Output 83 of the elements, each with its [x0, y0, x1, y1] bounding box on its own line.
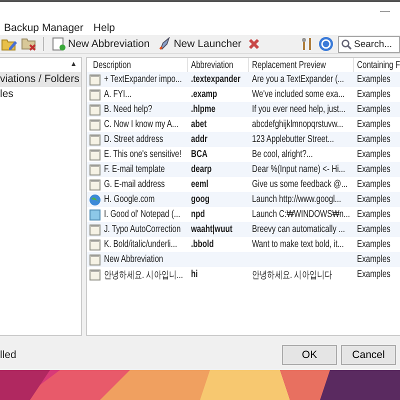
table-row[interactable]: I. Good ol' Notepad (... npd Launch C:₩WINDOWS₩n... Examples — [87, 207, 400, 222]
abbreviation-cell: .examp — [191, 89, 218, 100]
folder-cell: Examples — [357, 254, 390, 265]
abbreviation-cell: waaht|wuut — [191, 224, 232, 235]
column-header[interactable]: Description — [93, 60, 132, 70]
menu-item[interactable]: Backup Manager — [4, 22, 84, 34]
table-row[interactable]: D. Street address addr 123 Applebutter Street... Examples — [87, 132, 400, 147]
cancel-button[interactable]: Cancel — [341, 345, 396, 365]
table-row[interactable]: + TextExpander impo... .textexpander Are you a TextExpander (... Examples — [87, 72, 400, 87]
abbreviation-cell: dearp — [191, 164, 212, 175]
folder-cell: Examples — [357, 164, 390, 175]
folder-cell: Examples — [357, 104, 390, 115]
description-cell: K. Bold/italic/underli... — [104, 239, 178, 250]
description-cell: C. Now I know my A... — [104, 119, 178, 130]
column-header[interactable]: Containing F — [357, 60, 400, 70]
table-row[interactable]: New Abbreviation Examples — [87, 252, 400, 267]
table-row[interactable]: A. FYI... .examp We've included some exa... Examples — [87, 87, 400, 102]
description-cell: + TextExpander impo... — [104, 74, 182, 85]
preview-cell-text: 안녕하세요. 시아입니다 — [252, 268, 332, 282]
folder-cell: Examples — [357, 179, 390, 190]
preview-cell: Dear %(Input name) <- Hi... — [252, 164, 346, 175]
description-cell: J. Typo AutoCorrection — [104, 224, 181, 235]
preview-cell: Be cool, alright?... — [252, 149, 313, 160]
description-cell: New Abbreviation — [104, 254, 164, 265]
abbreviation-cell: eeml — [191, 179, 208, 190]
menu-item[interactable]: Help — [93, 22, 115, 34]
folder-cell: Examples — [357, 194, 390, 205]
sidebar-item[interactable]: viations / Folders — [0, 72, 81, 87]
preview-cell: abcdefghijklmnopqrstuvw... — [252, 119, 344, 130]
table-row[interactable]: B. Need help? .hlpme If you ever need help, just... Examples — [87, 102, 400, 117]
preview-cell: Are you a TextExpander (... — [252, 74, 344, 85]
description-cell: G. E-mail address — [104, 179, 165, 190]
preview-cell: Launch C:₩WINDOWS₩n... — [252, 209, 350, 220]
abbreviation-cell: addr — [191, 134, 208, 145]
abbreviation-cell: BCA — [191, 149, 208, 160]
description-cell: F. E-mail template — [104, 164, 165, 175]
table-row[interactable]: J. Typo AutoCorrection waaht|wuut Breevy can automatically ... Examples — [87, 222, 400, 237]
ok-button[interactable]: OK — [282, 345, 337, 365]
folder-cell: Examples — [357, 74, 390, 85]
folder-cell: Examples — [357, 149, 390, 160]
description-cell: A. FYI... — [104, 89, 132, 100]
abbreviation-cell: goog — [191, 194, 210, 205]
abbreviation-cell: .bbold — [191, 239, 214, 250]
description-cell: H. Google.com — [104, 194, 155, 205]
folder-cell: Examples — [357, 119, 390, 130]
folder-cell: Examples — [357, 209, 390, 220]
folder-cell: Examples — [357, 239, 390, 250]
folder-cell: Examples — [357, 224, 390, 235]
description-cell: E. This one's sensitive! — [104, 149, 182, 160]
description-cell: I. Good ol' Notepad (... — [104, 209, 180, 220]
search-field[interactable]: Search... — [338, 36, 400, 52]
preview-cell: We've included some exa... — [252, 89, 345, 100]
preview-cell: Launch http://www.googl... — [252, 194, 342, 205]
description-cell: D. Street address — [104, 134, 164, 145]
description-cell-text: 안녕하세요. 시아입니... — [104, 268, 183, 282]
sidebar-item[interactable]: les — [0, 87, 81, 102]
preview-cell: Give us some feedback @... — [252, 179, 348, 190]
folder-cell: Examples — [357, 134, 390, 145]
abbreviation-cell: npd — [191, 209, 205, 220]
abbreviation-cell: .hlpme — [191, 104, 216, 115]
abbreviation-cell: abet — [191, 119, 207, 130]
table-row[interactable]: G. E-mail address eeml Give us some feedback @... Examples — [87, 177, 400, 192]
new-launcher-button[interactable]: New Launcher — [156, 37, 244, 51]
table-row[interactable]: 안녕하세요. 시아입니... hi 안녕하세요. 시아입니다 Examples — [87, 267, 400, 282]
abbreviation-cell: hi — [191, 269, 198, 280]
preview-cell: Want to make text bold, it... — [252, 239, 344, 250]
status-text: lled — [0, 349, 16, 361]
preview-cell: If you ever need help, just... — [252, 104, 346, 115]
table-row[interactable]: K. Bold/italic/underli... .bbold Want to make text bold, it... Examples — [87, 237, 400, 252]
preview-cell: 123 Applebutter Street... — [252, 134, 334, 145]
folder-cell: Examples — [357, 269, 390, 280]
column-header[interactable]: Abbreviation — [191, 60, 234, 70]
preview-cell: Breevy can automatically ... — [252, 224, 345, 235]
minimize-button[interactable]: — — [380, 6, 390, 16]
folder-cell: Examples — [357, 89, 390, 100]
table-row[interactable]: E. This one's sensitive! BCA Be cool, alright?... Examples — [87, 147, 400, 162]
table-row[interactable]: H. Google.com goog Launch http://www.googl... Examples — [87, 192, 400, 207]
description-cell: B. Need help? — [104, 104, 152, 115]
table-row[interactable]: C. Now I know my A... abet abcdefghijklmnopqrstuvw... Examples — [87, 117, 400, 132]
column-header[interactable]: Replacement Preview — [252, 60, 326, 70]
table-row[interactable]: F. E-mail template dearp Dear %(Input name) <- Hi... Examples — [87, 162, 400, 177]
abbreviation-cell: .textexpander — [191, 74, 240, 85]
new-abbreviation-button[interactable]: New Abbreviation — [50, 37, 152, 51]
